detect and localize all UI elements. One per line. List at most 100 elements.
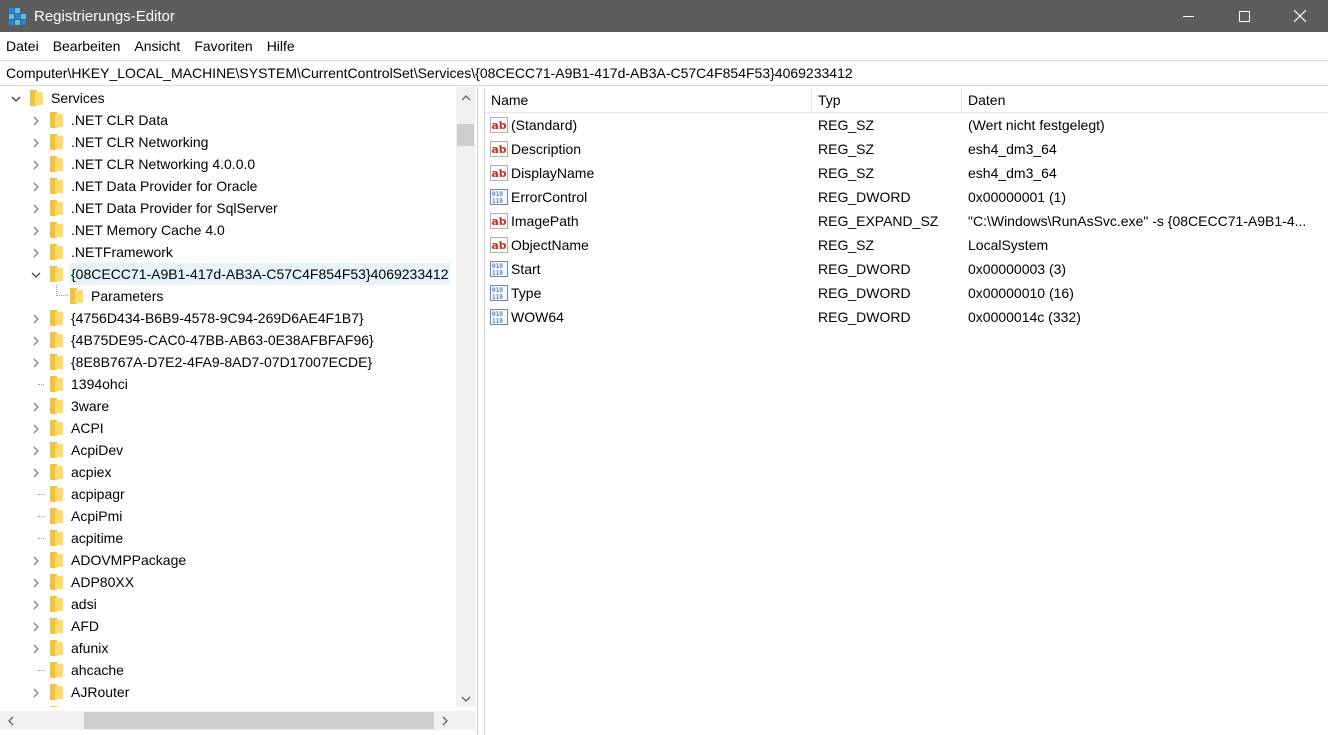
tree-item[interactable]: AJRouter	[0, 681, 456, 703]
value-row[interactable]: ab Description REG_SZ esh4_dm3_64	[485, 137, 1328, 161]
chevron-right-icon[interactable]	[30, 158, 42, 170]
chevron-right-icon[interactable]	[30, 334, 42, 346]
folder-icon	[50, 134, 64, 150]
menu-datei[interactable]: Datei	[0, 32, 46, 60]
chevron-right-icon[interactable]	[30, 180, 42, 192]
value-data: 0x0000014c (332)	[968, 309, 1081, 325]
tree-item[interactable]: .NETFramework	[0, 241, 456, 263]
tree-item[interactable]: .NET Data Provider for SqlServer	[0, 197, 456, 219]
chevron-down-icon[interactable]	[10, 92, 22, 104]
chevron-right-icon[interactable]	[30, 576, 42, 588]
chevron-right-icon[interactable]	[30, 642, 42, 654]
title-bar[interactable]: Registrierungs-Editor	[0, 0, 1328, 32]
column-header-type[interactable]: Typ	[812, 87, 962, 113]
tree-item[interactable]: acpiex	[0, 461, 456, 483]
chevron-right-icon[interactable]	[30, 224, 42, 236]
chevron-right-icon[interactable]	[30, 356, 42, 368]
menu-ansicht[interactable]: Ansicht	[127, 32, 187, 60]
tree-item[interactable]: AFD	[0, 615, 456, 637]
menu-hilfe[interactable]: Hilfe	[260, 32, 302, 60]
menu-bearbeiten[interactable]: Bearbeiten	[46, 32, 128, 60]
tree-horizontal-scrollbar[interactable]	[0, 711, 456, 730]
values-header: Name Typ Daten	[485, 87, 1328, 113]
value-row[interactable]: 010 110 WOW64 REG_DWORD 0x0000014c (332)	[485, 305, 1328, 329]
value-row[interactable]: 010 110 Start REG_DWORD 0x00000003 (3)	[485, 257, 1328, 281]
scroll-up-arrow-icon[interactable]	[456, 89, 475, 106]
chevron-right-icon[interactable]	[30, 114, 42, 126]
tree-item[interactable]: acpipagr	[0, 483, 456, 505]
value-row[interactable]: ab DisplayName REG_SZ esh4_dm3_64	[485, 161, 1328, 185]
tree-horizontal-scroll-thumb[interactable]	[84, 712, 434, 729]
string-value-icon: ab	[490, 237, 508, 253]
value-name: Type	[511, 285, 542, 301]
tree-connector-line	[38, 516, 44, 517]
svg-text:110: 110	[492, 318, 503, 324]
menu-favoriten[interactable]: Favoriten	[187, 32, 259, 60]
tree-vertical-scroll-thumb[interactable]	[457, 124, 474, 146]
tree-item[interactable]: {8E8B767A-D7E2-4FA9-8AD7-07D17007ECDE}	[0, 351, 456, 373]
chevron-right-icon[interactable]	[30, 686, 42, 698]
scroll-down-arrow-icon[interactable]	[456, 690, 475, 707]
tree-item[interactable]: acpitime	[0, 527, 456, 549]
tree-item[interactable]: Services	[0, 87, 456, 109]
column-header-data[interactable]: Daten	[962, 87, 1322, 113]
tree-item[interactable]: .NET Memory Cache 4.0	[0, 219, 456, 241]
tree-item[interactable]: AcpiPmi	[0, 505, 456, 527]
tree-item[interactable]: ALG	[0, 703, 456, 707]
tree-item[interactable]: ahcache	[0, 659, 456, 681]
value-type: REG_DWORD	[818, 189, 911, 205]
tree-item[interactable]: afunix	[0, 637, 456, 659]
close-button[interactable]	[1272, 0, 1328, 32]
tree-item[interactable]: ADP80XX	[0, 571, 456, 593]
column-header-name[interactable]: Name	[485, 87, 812, 113]
value-row[interactable]: ab ImagePath REG_EXPAND_SZ "C:\Windows\RunA…	[485, 209, 1328, 233]
value-row[interactable]: ab ObjectName REG_SZ LocalSystem	[485, 233, 1328, 257]
minimize-button[interactable]	[1160, 0, 1216, 32]
tree-item[interactable]: 3ware	[0, 395, 456, 417]
tree-item[interactable]: {08CECC71-A9B1-417d-AB3A-C57C4F854F53}40…	[0, 263, 456, 285]
tree-item[interactable]: Parameters	[0, 285, 456, 307]
tree-item[interactable]: adsi	[0, 593, 456, 615]
chevron-right-icon[interactable]	[30, 620, 42, 632]
value-data: 0x00000001 (1)	[968, 189, 1067, 205]
tree-item[interactable]: ACPI	[0, 417, 456, 439]
chevron-right-icon[interactable]	[30, 598, 42, 610]
chevron-right-icon[interactable]	[30, 202, 42, 214]
tree-item[interactable]: 1394ohci	[0, 373, 456, 395]
string-value-icon: ab	[490, 117, 508, 133]
tree-vertical-scrollbar[interactable]	[456, 87, 475, 707]
tree-item-label: {8E8B767A-D7E2-4FA9-8AD7-07D17007ECDE}	[71, 354, 373, 370]
tree-item[interactable]: .NET CLR Networking	[0, 131, 456, 153]
tree-item-label: ACPI	[71, 420, 104, 436]
address-bar[interactable]: Computer\HKEY_LOCAL_MACHINE\SYSTEM\Curre…	[0, 60, 1328, 86]
tree-item[interactable]: ADOVMPPackage	[0, 549, 456, 571]
chevron-right-icon[interactable]	[30, 466, 42, 478]
tree-item[interactable]: AcpiDev	[0, 439, 456, 461]
value-data: 0x00000010 (16)	[968, 285, 1074, 301]
chevron-right-icon[interactable]	[30, 422, 42, 434]
tree-item-label: .NET CLR Networking 4.0.0.0	[71, 156, 256, 172]
chevron-right-icon[interactable]	[30, 246, 42, 258]
tree-item[interactable]: .NET CLR Networking 4.0.0.0	[0, 153, 456, 175]
tree-item[interactable]: .NET Data Provider for Oracle	[0, 175, 456, 197]
chevron-right-icon[interactable]	[30, 312, 42, 324]
scroll-left-arrow-icon[interactable]	[2, 711, 19, 730]
tree-connector-line	[56, 285, 68, 296]
chevron-right-icon[interactable]	[30, 444, 42, 456]
tree-item[interactable]: {4B75DE95-CAC0-47BB-AB63-0E38AFBFAF96}	[0, 329, 456, 351]
maximize-button[interactable]	[1216, 0, 1272, 32]
binary-value-icon: 010 110	[490, 285, 508, 301]
chevron-right-icon[interactable]	[30, 136, 42, 148]
value-row[interactable]: ab (Standard) REG_SZ (Wert nicht festgelegt…	[485, 113, 1328, 137]
value-row[interactable]: 010 110 ErrorControl REG_DWORD 0x00000001 (1…	[485, 185, 1328, 209]
folder-icon	[50, 618, 64, 634]
tree-item-label: .NET CLR Networking	[71, 134, 209, 150]
value-row[interactable]: 010 110 Type REG_DWORD 0x00000010 (16)	[485, 281, 1328, 305]
tree-item[interactable]: {4756D434-B6B9-4578-9C94-269D6AE4F1B7}	[0, 307, 456, 329]
tree-item[interactable]: .NET CLR Data	[0, 109, 456, 131]
scroll-right-arrow-icon[interactable]	[436, 711, 453, 730]
tree-item-label: acpipagr	[71, 486, 125, 502]
chevron-right-icon[interactable]	[30, 554, 42, 566]
chevron-right-icon[interactable]	[30, 400, 42, 412]
chevron-down-icon[interactable]	[30, 268, 42, 280]
